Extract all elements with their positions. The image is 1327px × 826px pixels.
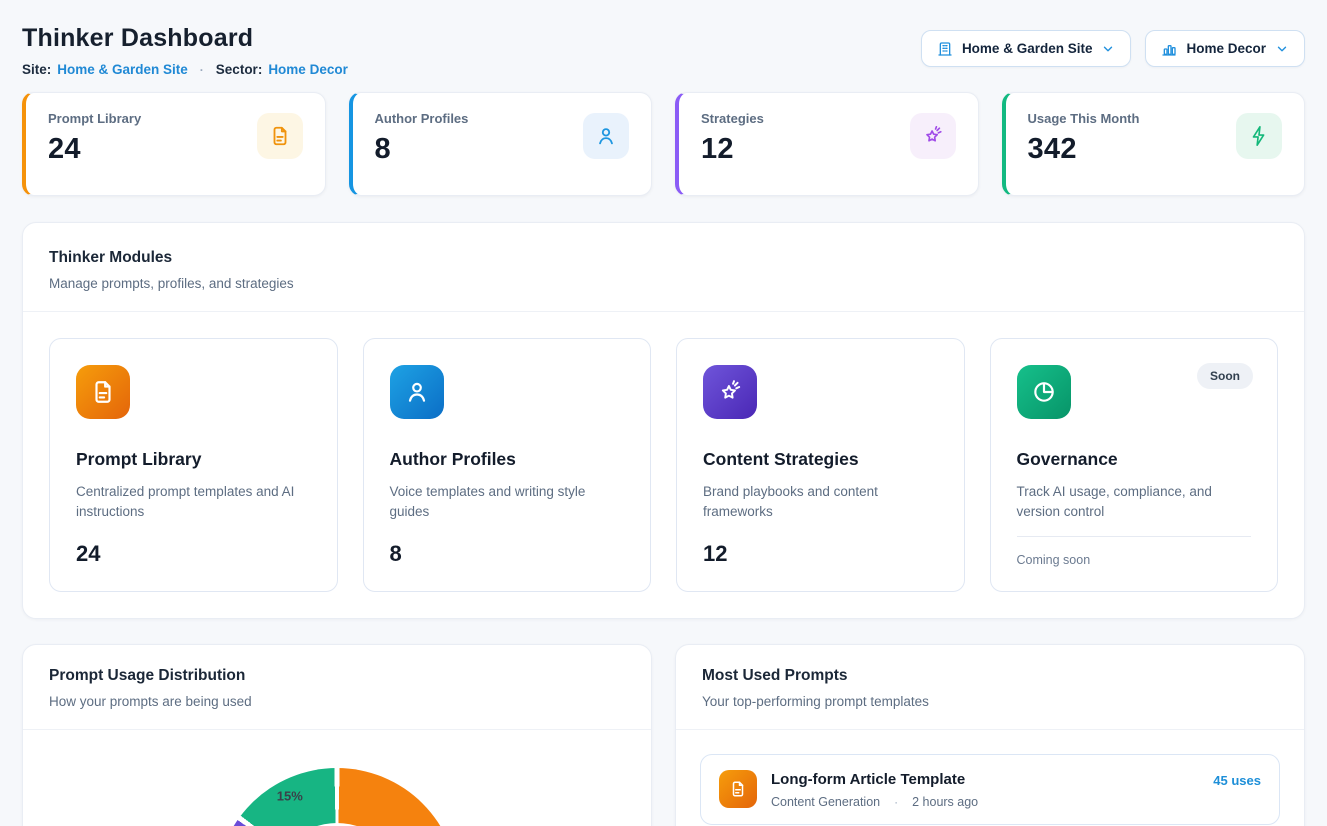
site-selector-dropdown[interactable]: Home & Garden Site <box>921 30 1132 67</box>
module-card-prompt-library[interactable]: Prompt Library Centralized prompt templa… <box>49 338 338 592</box>
donut-chart: 15% <box>216 768 458 826</box>
site-selector-label: Home & Garden Site <box>962 41 1093 56</box>
modules-panel-title: Thinker Modules <box>49 249 1278 267</box>
document-icon <box>719 770 757 808</box>
thinker-modules-panel: Thinker Modules Manage prompts, profiles… <box>22 222 1305 619</box>
prompts-card-title: Most Used Prompts <box>702 667 1278 685</box>
site-label: Site: <box>22 62 51 77</box>
usage-card-subtitle: How your prompts are being used <box>49 694 625 709</box>
bottom-row: Prompt Usage Distribution How your promp… <box>22 644 1305 826</box>
chevron-down-icon <box>1101 42 1115 56</box>
page-title: Thinker Dashboard <box>22 24 348 53</box>
header-selectors: Home & Garden Site Home Decor <box>921 30 1305 67</box>
document-icon <box>76 365 130 419</box>
module-description: Brand playbooks and content frameworks <box>703 482 938 523</box>
stat-card-author-profiles: Author Profiles 8 <box>349 92 653 196</box>
module-title: Prompt Library <box>76 449 311 470</box>
module-card-content-strategies[interactable]: Content Strategies Brand playbooks and c… <box>676 338 965 592</box>
module-count: 24 <box>76 541 311 567</box>
stat-value: 12 <box>701 133 764 166</box>
stat-label: Author Profiles <box>375 111 469 126</box>
sparkle-star-icon <box>703 365 757 419</box>
sector-selector-dropdown[interactable]: Home Decor <box>1145 30 1305 67</box>
stat-value: 8 <box>375 133 469 166</box>
module-description: Voice templates and writing style guides <box>390 482 625 523</box>
breadcrumb: Site: Home & Garden Site · Sector: Home … <box>22 62 348 77</box>
stat-value: 342 <box>1028 133 1140 166</box>
stat-card-usage: Usage This Month 342 <box>1002 92 1306 196</box>
user-icon <box>583 113 629 159</box>
sector-link[interactable]: Home Decor <box>268 62 348 77</box>
module-description: Track AI usage, compliance, and version … <box>1017 482 1252 523</box>
sector-selector-label: Home Decor <box>1186 41 1266 56</box>
module-title: Author Profiles <box>390 449 625 470</box>
building-icon <box>937 41 953 57</box>
stat-label: Strategies <box>701 111 764 126</box>
chevron-down-icon <box>1275 42 1289 56</box>
lightning-icon <box>1236 113 1282 159</box>
prompt-usage-distribution-card: Prompt Usage Distribution How your promp… <box>22 644 652 826</box>
prompts-card-subtitle: Your top-performing prompt templates <box>702 694 1278 709</box>
donut-slice-label: 15% <box>277 789 303 804</box>
pie-chart-icon <box>1017 365 1071 419</box>
prompt-item-category: Content Generation <box>771 795 880 809</box>
module-description: Centralized prompt templates and AI inst… <box>76 482 311 523</box>
prompt-list-item[interactable]: Long-form Article Template Content Gener… <box>700 754 1280 825</box>
dashboard-page: Thinker Dashboard Site: Home & Garden Si… <box>0 0 1327 826</box>
site-link[interactable]: Home & Garden Site <box>57 62 188 77</box>
modules-grid: Prompt Library Centralized prompt templa… <box>23 312 1304 618</box>
separator-dot: · <box>894 795 898 809</box>
document-icon <box>257 113 303 159</box>
coming-soon-text: Coming soon <box>1017 553 1252 567</box>
bar-chart-icon <box>1161 41 1177 57</box>
module-count: 12 <box>703 541 938 567</box>
prompt-list: Long-form Article Template Content Gener… <box>676 730 1304 826</box>
prompt-item-uses-badge: 45 uses <box>1213 773 1261 788</box>
module-title: Governance <box>1017 449 1252 470</box>
divider <box>1017 536 1252 537</box>
module-title: Content Strategies <box>703 449 938 470</box>
separator-dot: · <box>200 63 204 77</box>
most-used-prompts-card: Most Used Prompts Your top-performing pr… <box>675 644 1305 826</box>
stat-card-prompt-library: Prompt Library 24 <box>22 92 326 196</box>
soon-badge: Soon <box>1197 363 1253 389</box>
modules-panel-subtitle: Manage prompts, profiles, and strategies <box>49 276 1278 291</box>
stats-row: Prompt Library 24 Author Profiles 8 <box>22 92 1305 196</box>
prompt-item-time: 2 hours ago <box>912 795 978 809</box>
user-icon <box>390 365 444 419</box>
stat-card-strategies: Strategies 12 <box>675 92 979 196</box>
stat-label: Prompt Library <box>48 111 141 126</box>
page-header: Thinker Dashboard Site: Home & Garden Si… <box>22 24 1305 77</box>
sparkle-star-icon <box>910 113 956 159</box>
usage-card-title: Prompt Usage Distribution <box>49 667 625 685</box>
prompt-item-title: Long-form Article Template <box>771 771 1199 788</box>
stat-label: Usage This Month <box>1028 111 1140 126</box>
module-card-governance[interactable]: Soon Governance Track AI usage, complian… <box>990 338 1279 592</box>
stat-value: 24 <box>48 133 141 166</box>
module-card-author-profiles[interactable]: Author Profiles Voice templates and writ… <box>363 338 652 592</box>
sector-label: Sector: <box>216 62 263 77</box>
module-count: 8 <box>390 541 625 567</box>
donut-chart-area: 15% <box>23 730 651 826</box>
